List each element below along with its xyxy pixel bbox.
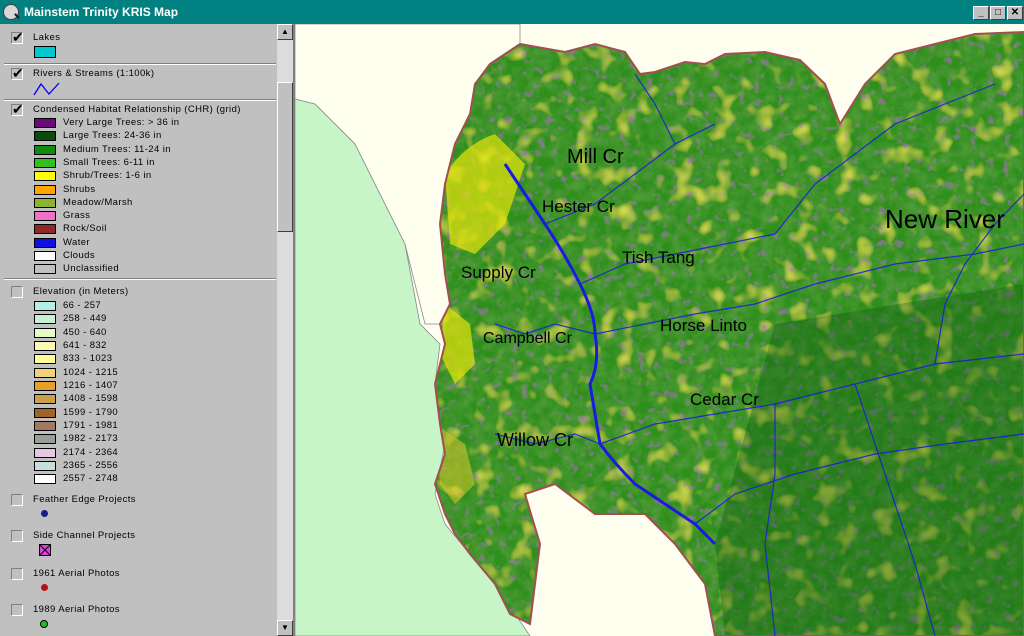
map-place-label: Mill Cr <box>567 146 624 168</box>
minimize-button[interactable]: _ <box>973 6 989 20</box>
aerial-1961-checkbox[interactable] <box>11 568 23 580</box>
layer-name-feather-edge: Feather Edge Projects <box>33 494 136 505</box>
layer-name-aerial-1989: 1989 Aerial Photos <box>33 604 120 615</box>
elevation-checkbox[interactable] <box>11 286 23 298</box>
chr-class-swatch <box>34 184 56 195</box>
map-place-label: New River <box>885 204 1005 234</box>
chr-class-label: Shrub/Trees: 1-6 in <box>63 170 152 182</box>
river-line-icon <box>33 82 60 96</box>
chr-class-label: Water <box>63 236 90 248</box>
chr-class-swatch <box>34 171 56 182</box>
chr-class-label: Shrubs <box>63 183 96 195</box>
elevation-class-label: 1599 - 1790 <box>63 406 119 418</box>
map-place-label: Hester Cr <box>542 197 615 216</box>
layer-name-elevation: Elevation (in Meters) <box>33 286 129 297</box>
elevation-class-label: 641 - 832 <box>63 339 107 351</box>
elevation-class-label: 1791 - 1981 <box>63 419 119 431</box>
lakes-checkbox[interactable] <box>11 29 24 46</box>
elevation-class-swatch <box>34 301 56 311</box>
feather-edge-checkbox[interactable] <box>11 494 23 506</box>
elevation-class-swatch <box>34 367 56 378</box>
lakes-swatch <box>34 46 56 58</box>
rivers-checkbox[interactable] <box>11 65 24 82</box>
separator <box>4 99 276 101</box>
elevation-class-label: 450 - 640 <box>63 326 107 338</box>
legend-panel: Lakes Rivers & Streams (1:100k) Condense… <box>0 24 277 636</box>
chr-class-label: Unclassified <box>63 263 120 275</box>
layer-name-lakes: Lakes <box>33 32 61 43</box>
close-button[interactable]: ✕ <box>1007 6 1023 20</box>
elevation-class-label: 258 - 449 <box>63 313 107 325</box>
layer-name-side-channel: Side Channel Projects <box>33 530 136 541</box>
elevation-class-swatch <box>34 407 56 418</box>
separator <box>4 63 276 65</box>
layer-name-aerial-1961: 1961 Aerial Photos <box>33 568 120 579</box>
elevation-class-label: 1024 - 1215 <box>63 366 119 378</box>
legend-scrollbar[interactable]: ▲ ▼ <box>277 24 293 636</box>
elevation-class-label: 2174 - 2364 <box>63 446 119 458</box>
elevation-class-swatch <box>34 434 56 445</box>
elevation-class-label: 66 - 257 <box>63 300 102 311</box>
chr-class-label: Meadow/Marsh <box>63 196 133 208</box>
elevation-class-swatch <box>34 460 56 471</box>
elevation-class-swatch <box>34 380 56 391</box>
chr-class-swatch <box>34 144 56 155</box>
chr-class-swatch <box>34 197 56 208</box>
elevation-class-label: 1216 - 1407 <box>63 379 119 391</box>
magnifier-app-icon[interactable] <box>3 4 19 20</box>
title-bar: Mainstem Trinity KRIS Map _ □ ✕ <box>0 0 1024 24</box>
chr-class-swatch <box>34 157 56 168</box>
layer-name-rivers: Rivers & Streams (1:100k) <box>33 68 155 79</box>
chr-class-swatch <box>34 237 56 248</box>
feather-edge-dot-icon <box>41 510 48 517</box>
scroll-down-arrow-icon[interactable]: ▼ <box>277 620 293 636</box>
chr-class-swatch <box>34 224 56 235</box>
map-view[interactable]: Mill Cr Hester Cr New River Tish Tang Supply… <box>293 24 1024 636</box>
chr-checkbox[interactable] <box>11 101 24 118</box>
side-channel-box-icon <box>39 544 51 556</box>
chr-class-swatch <box>34 211 56 222</box>
elevation-class-swatch <box>34 394 56 405</box>
elevation-class-swatch <box>34 354 56 365</box>
elevation-class-swatch <box>34 340 56 351</box>
aerial-1961-dot-icon <box>41 584 48 591</box>
side-channel-checkbox[interactable] <box>11 530 23 542</box>
elevation-class-swatch <box>34 474 56 485</box>
map-place-label: Horse Linto <box>660 316 747 335</box>
chr-class-label: Small Trees: 6-11 in <box>63 156 155 168</box>
chr-class-label: Grass <box>63 210 91 222</box>
chr-class-swatch <box>34 264 56 275</box>
elevation-class-swatch <box>34 327 56 338</box>
chr-class-swatch <box>34 251 56 261</box>
aerial-1989-dot-icon <box>40 620 48 628</box>
elevation-class-label: 1408 - 1598 <box>63 393 119 405</box>
elevation-class-label: 2557 - 2748 <box>63 473 119 485</box>
separator <box>4 278 276 280</box>
map-place-label: Tish Tang <box>622 248 695 267</box>
layer-name-chr: Condensed Habitat Relationship (CHR) (gr… <box>33 104 241 115</box>
elevation-class-swatch <box>34 447 56 458</box>
maximize-button[interactable]: □ <box>990 6 1006 20</box>
elevation-class-label: 1982 - 2173 <box>63 433 119 445</box>
map-place-label: Campbell Cr <box>483 330 572 347</box>
elevation-class-swatch <box>34 314 56 325</box>
window-title: Mainstem Trinity KRIS Map <box>24 5 179 19</box>
chr-class-label: Clouds <box>63 250 95 261</box>
chr-class-swatch <box>34 118 56 128</box>
chr-class-swatch <box>34 131 56 142</box>
chr-class-label: Very Large Trees: > 36 in <box>63 117 180 128</box>
chr-class-label: Large Trees: 24-36 in <box>63 130 162 142</box>
map-place-label: Cedar Cr <box>690 390 759 409</box>
map-place-label: Willow Cr <box>497 430 573 450</box>
scroll-thumb[interactable] <box>277 82 293 232</box>
elevation-class-swatch <box>34 420 56 431</box>
aerial-1989-checkbox[interactable] <box>11 604 23 616</box>
chr-class-label: Rock/Soil <box>63 223 107 235</box>
chr-class-label: Medium Trees: 11-24 in <box>63 143 171 155</box>
elevation-class-label: 2365 - 2556 <box>63 459 119 471</box>
scroll-up-arrow-icon[interactable]: ▲ <box>277 24 293 40</box>
elevation-class-label: 833 - 1023 <box>63 353 113 365</box>
map-place-label: Supply Cr <box>461 263 536 282</box>
